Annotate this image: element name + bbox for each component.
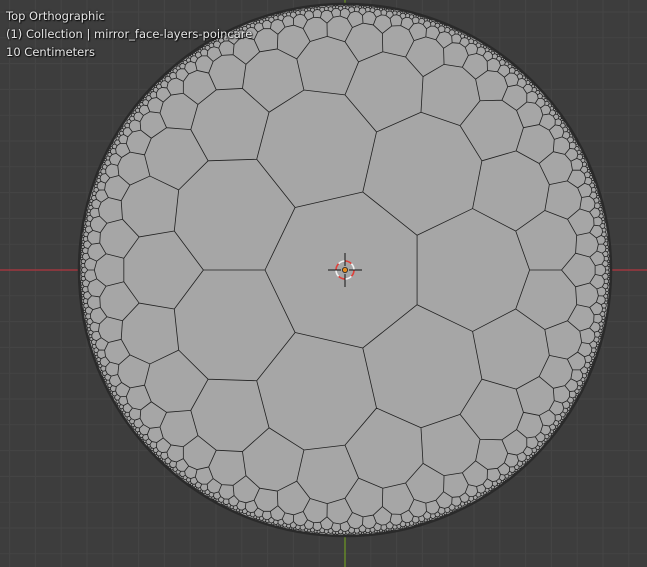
- object-origin-icon: [341, 266, 348, 273]
- viewport-canvas[interactable]: [0, 0, 647, 567]
- 3d-viewport[interactable]: Top Orthographic (1) Collection | mirror…: [0, 0, 647, 567]
